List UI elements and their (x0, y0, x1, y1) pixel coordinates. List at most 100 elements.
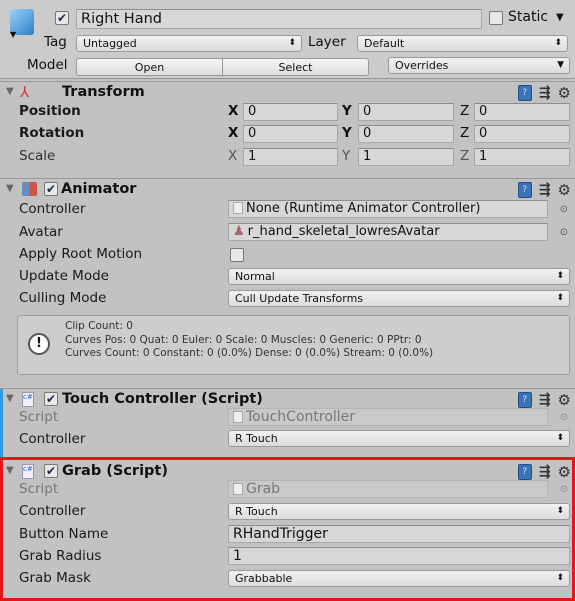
rotation-y-input[interactable]: 0 (358, 125, 454, 143)
apply-root-motion-checkbox[interactable] (230, 248, 244, 262)
help-book-icon[interactable]: ? (517, 85, 532, 101)
info-line: Clip Count: 0 (65, 320, 133, 332)
layer-dropdown[interactable]: Default ⬍ (357, 35, 568, 52)
foldout-triangle-icon[interactable]: ▼ (6, 393, 14, 404)
z-axis-label: Z (460, 148, 470, 164)
update-mode-dropdown[interactable]: Normal ⬍ (228, 268, 570, 285)
animator-icon (22, 182, 37, 196)
object-picker-icon: ⊙ (559, 484, 568, 495)
controller-value: None (Runtime Animator Controller) (246, 201, 481, 216)
culling-mode-dropdown[interactable]: Cull Update Transforms ⬍ (228, 290, 570, 307)
tag-label: Tag (44, 34, 67, 50)
overrides-label: Overrides (395, 59, 449, 72)
scale-z-input[interactable]: 1 (474, 148, 570, 166)
script-file-icon: c# (22, 392, 34, 407)
chevron-down-icon: ▼ (557, 60, 564, 70)
controller-label: Controller (19, 201, 86, 217)
avatar-object-field[interactable]: ♟ r_hand_skeletal_lowresAvatar (228, 223, 548, 241)
active-checkbox[interactable]: ✔ (55, 11, 69, 25)
preset-sliders-icon[interactable]: ⇶ (539, 464, 551, 480)
touch-controller-header[interactable]: ▼ c# ✔ Touch Controller (Script) ? ⇶ ⚙ (0, 388, 575, 410)
position-y-input[interactable]: 0 (358, 103, 454, 121)
info-line: Curves Pos: 0 Quat: 0 Euler: 0 Scale: 0 … (65, 333, 422, 346)
static-dropdown-icon[interactable]: ▼ (556, 12, 564, 23)
avatar-value: r_hand_skeletal_lowresAvatar (247, 224, 440, 239)
static-checkbox[interactable] (489, 11, 503, 25)
script-value: Grab (246, 481, 281, 497)
animator-enabled-checkbox[interactable]: ✔ (44, 182, 58, 196)
touch-controller-dropdown[interactable]: R Touch ⬍ (228, 430, 570, 447)
position-label: Position (19, 103, 81, 119)
help-book-icon[interactable]: ? (517, 392, 532, 408)
animator-info-box: ! Clip Count: 0 Curves Pos: 0 Quat: 0 Eu… (17, 315, 570, 375)
grab-mask-value: Grabbable (235, 572, 293, 585)
controller-value: R Touch (235, 432, 278, 445)
y-axis-label: Y (342, 103, 352, 119)
preset-sliders-icon[interactable]: ⇶ (539, 182, 551, 198)
rotation-x-input[interactable]: 0 (243, 125, 338, 143)
button-name-label: Button Name (19, 526, 109, 542)
updown-arrow-icon: ⬍ (556, 293, 564, 303)
script-label: Script (19, 409, 59, 425)
preset-sliders-icon[interactable]: ⇶ (539, 85, 551, 101)
object-picker-icon[interactable]: ⊙ (560, 227, 568, 238)
scale-x-input[interactable]: 1 (243, 148, 338, 166)
grab-radius-label: Grab Radius (19, 548, 102, 564)
updown-arrow-icon: ⬍ (556, 271, 564, 281)
foldout-triangle-icon[interactable]: ▼ (6, 465, 14, 476)
controller-label: Controller (19, 503, 86, 519)
foldout-triangle-icon[interactable]: ▼ (6, 183, 14, 194)
gameobject-header: ▼ ✔ Right Hand Static ▼ Tag Untagged ⬍ La… (0, 0, 575, 79)
info-line: Curves Count: 0 Constant: 0 (0.0%) Dense… (65, 347, 434, 359)
gear-icon[interactable]: ⚙ (558, 84, 571, 102)
x-axis-label: X (228, 125, 239, 141)
script-value: TouchController (246, 409, 356, 425)
controller-object-field[interactable]: None (Runtime Animator Controller) (228, 200, 548, 218)
rotation-label: Rotation (19, 125, 85, 141)
touch-controller-enabled-checkbox[interactable]: ✔ (44, 392, 58, 406)
preset-sliders-icon[interactable]: ⇶ (539, 392, 551, 408)
select-button[interactable]: Select (222, 58, 369, 76)
position-z-input[interactable]: 0 (474, 103, 570, 121)
updown-arrow-icon: ⬍ (556, 573, 564, 583)
script-label: Script (19, 481, 59, 497)
controller-label: Controller (19, 431, 86, 447)
transform-header[interactable]: ▼ ⅄ Transform ? ⇶ ⚙ (0, 81, 575, 103)
scale-y-input[interactable]: 1 (358, 148, 454, 166)
avatar-icon: ♟ (233, 224, 245, 239)
gear-icon[interactable]: ⚙ (558, 181, 571, 199)
gear-icon[interactable]: ⚙ (558, 463, 571, 481)
position-x-input[interactable]: 0 (243, 103, 338, 121)
grab-controller-dropdown[interactable]: R Touch ⬍ (228, 503, 570, 520)
controller-value: R Touch (235, 505, 278, 518)
component-title: Animator (61, 181, 137, 197)
y-axis-label: Y (342, 125, 352, 141)
grab-enabled-checkbox[interactable]: ✔ (44, 464, 58, 478)
name-input[interactable]: Right Hand (76, 9, 482, 29)
foldout-triangle-icon[interactable]: ▼ (6, 86, 14, 97)
grab-radius-input[interactable]: 1 (228, 547, 570, 565)
component-title: Grab (Script) (62, 463, 168, 479)
animator-header[interactable]: ▼ ✔ Animator ? ⇶ ⚙ (0, 178, 575, 200)
overrides-dropdown[interactable]: Overrides ▼ (388, 57, 570, 74)
icon-dropdown-arrow-icon: ▼ (10, 30, 17, 39)
gear-icon[interactable]: ⚙ (558, 391, 571, 409)
button-name-input[interactable]: RHandTrigger (228, 525, 570, 543)
culling-mode-label: Culling Mode (19, 290, 107, 306)
tag-dropdown[interactable]: Untagged ⬍ (76, 35, 302, 52)
help-book-icon[interactable]: ? (517, 182, 532, 198)
grab-mask-label: Grab Mask (19, 570, 91, 586)
z-axis-label: Z (460, 103, 470, 119)
static-label: Static (508, 9, 549, 25)
open-button[interactable]: Open (76, 58, 223, 76)
help-book-icon[interactable]: ? (517, 464, 532, 480)
object-picker-icon[interactable]: ⊙ (560, 204, 568, 215)
rotation-z-input[interactable]: 0 (474, 125, 570, 143)
avatar-label: Avatar (19, 224, 63, 240)
updown-arrow-icon: ⬍ (554, 38, 562, 48)
grab-mask-dropdown[interactable]: Grabbable ⬍ (228, 570, 570, 587)
object-picker-icon: ⊙ (559, 412, 568, 423)
update-mode-label: Update Mode (19, 268, 109, 284)
script-object-field: TouchController (228, 408, 548, 426)
component-title: Transform (62, 84, 145, 100)
